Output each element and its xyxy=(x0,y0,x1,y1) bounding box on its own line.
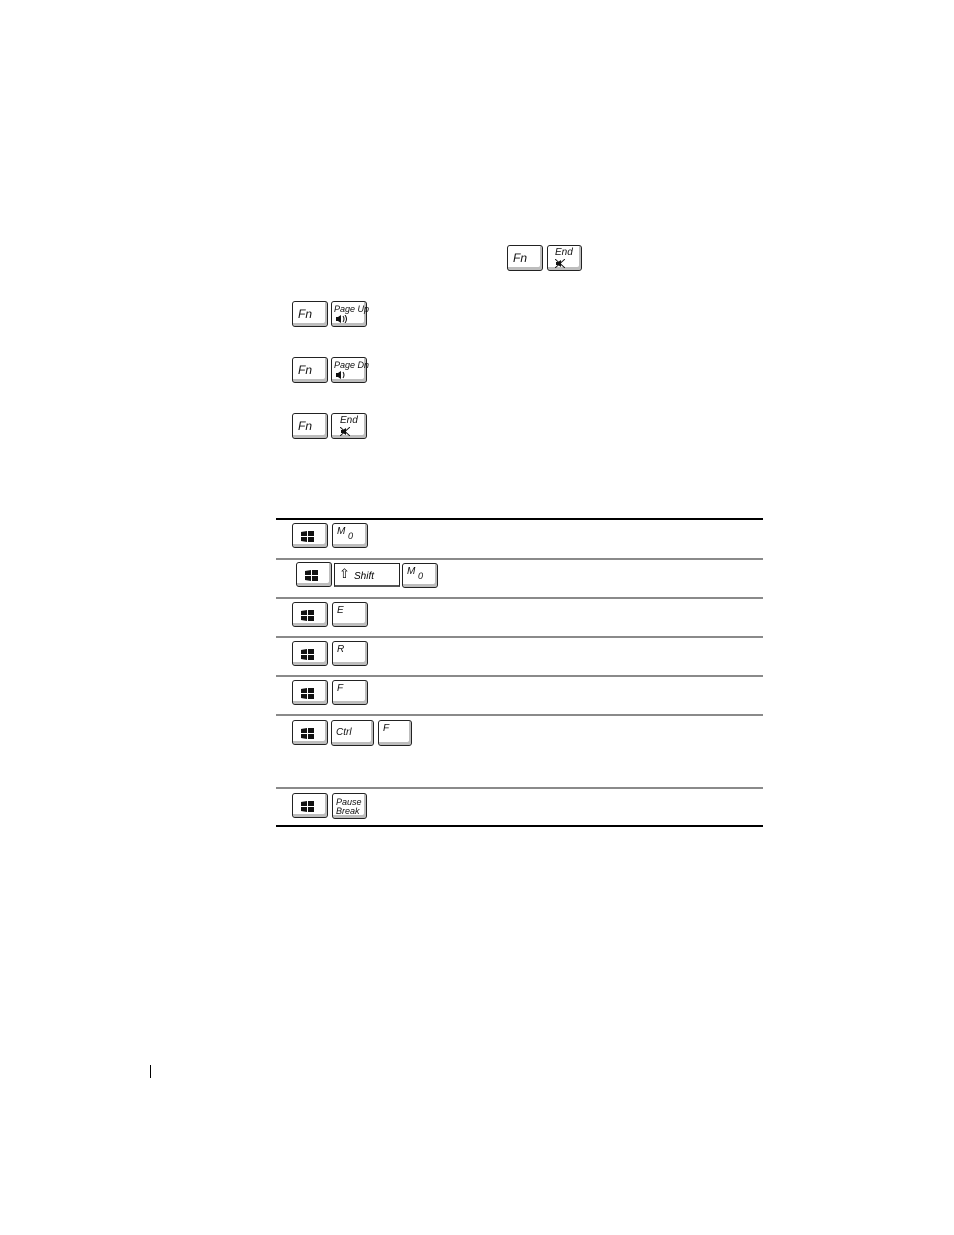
table-row-divider xyxy=(276,787,763,789)
fn-key: Fn xyxy=(292,357,328,383)
fn-key: Fn xyxy=(292,301,328,327)
m-key: M 0 xyxy=(332,523,368,548)
table-top-rule xyxy=(276,518,763,520)
table-bottom-rule xyxy=(276,825,763,827)
r-key: R xyxy=(332,641,368,666)
ctrl-key-label: Ctrl xyxy=(336,727,352,738)
mute-icon xyxy=(340,427,350,436)
shift-key: ⇧ Shift xyxy=(334,563,400,587)
windows-key xyxy=(292,680,328,705)
shift-key-label: Shift xyxy=(354,571,375,582)
page-up-key-label: Page Up xyxy=(334,304,370,314)
fn-key-label: Fn xyxy=(298,419,313,433)
windows-logo-icon xyxy=(301,801,314,812)
m-key-sublabel: 0 xyxy=(418,571,424,581)
end-key: End xyxy=(547,245,582,271)
volume-up-icon xyxy=(336,315,347,323)
pause-break-key: Pause Break xyxy=(332,793,367,819)
end-key-label: End xyxy=(555,247,573,258)
table-row-divider xyxy=(276,714,763,716)
fn-key-label: Fn xyxy=(298,363,313,377)
windows-key xyxy=(292,720,328,745)
end-key: End xyxy=(331,413,367,439)
break-key-label: Break xyxy=(336,806,360,816)
page-down-key: Page Dn xyxy=(331,357,370,383)
table-row-divider xyxy=(276,597,763,599)
windows-key xyxy=(292,641,328,666)
e-key-label: E xyxy=(337,605,344,616)
page-down-key-label: Page Dn xyxy=(334,360,370,370)
end-key-label: End xyxy=(340,415,358,426)
table-row-divider xyxy=(276,636,763,638)
m-key-label: M xyxy=(407,566,416,577)
fn-key-label: Fn xyxy=(513,251,528,265)
table-row-divider xyxy=(276,558,763,560)
f-key-label: F xyxy=(337,683,344,694)
page-up-key: Page Up xyxy=(331,301,370,327)
windows-key xyxy=(292,793,328,818)
fn-key-label: Fn xyxy=(298,307,313,321)
m-key-sublabel: 0 xyxy=(348,531,354,541)
windows-logo-icon xyxy=(301,610,314,621)
windows-logo-icon xyxy=(301,688,314,699)
windows-key xyxy=(292,602,328,627)
m-key-label: M xyxy=(337,526,346,537)
fn-key: Fn xyxy=(292,413,328,439)
r-key-label: R xyxy=(337,644,345,655)
f-key: F xyxy=(332,680,368,705)
windows-logo-icon xyxy=(305,570,318,581)
volume-down-icon xyxy=(336,371,345,379)
f-key: F xyxy=(378,720,412,746)
m-key: M 0 xyxy=(402,563,438,588)
windows-logo-icon xyxy=(301,649,314,660)
windows-logo-icon xyxy=(301,531,314,542)
ctrl-key: Ctrl xyxy=(331,720,374,746)
windows-key xyxy=(296,562,332,587)
mute-icon xyxy=(555,259,565,268)
windows-logo-icon xyxy=(301,728,314,739)
page-margin-bar xyxy=(150,1065,151,1078)
windows-key xyxy=(292,523,328,548)
f-key-label: F xyxy=(383,723,390,734)
fn-key: Fn xyxy=(507,245,543,271)
shift-arrow-icon: ⇧ xyxy=(339,566,350,581)
table-row-divider xyxy=(276,675,763,677)
e-key: E xyxy=(332,602,368,627)
